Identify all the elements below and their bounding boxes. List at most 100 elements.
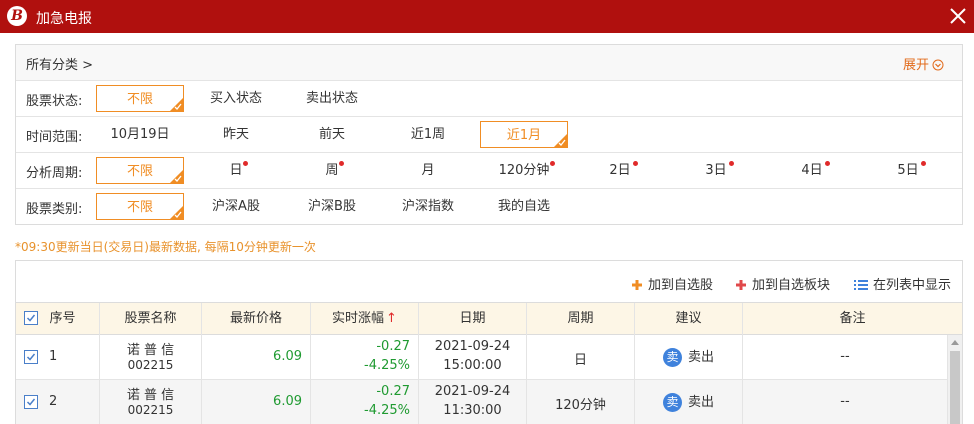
header-period[interactable]: 周期 (527, 303, 635, 335)
option-2day[interactable]: 2日 (576, 157, 664, 184)
option-day[interactable]: 日 (192, 157, 280, 184)
cell-index: 1 (16, 335, 100, 380)
option-4day[interactable]: 4日 (768, 157, 856, 184)
cell-latest-price: 6.09 (202, 380, 311, 424)
option-sell-status[interactable]: 卖出状态 (288, 85, 376, 112)
header-advice[interactable]: 建议 (635, 303, 743, 335)
change-value: -0.27 (376, 339, 410, 354)
row-checkbox[interactable] (24, 350, 38, 364)
filter-label: 分析周期: (26, 166, 83, 181)
row-index: 2 (49, 394, 58, 409)
option-label: 3日 (705, 163, 727, 178)
button-label: 在列表中显示 (873, 278, 952, 293)
cell-stock-name: 诺 普 信 002215 (100, 335, 202, 380)
filter-panel: 所有分类 > 展开 股票状态: 不限 买入状态 卖出状态 时间范围: 10月19… (15, 44, 963, 225)
results-panel: 加到自选股 加到自选板块 在列表中显示 序号 股票名称 最新价格 实时涨幅 ↑ 日… (15, 260, 963, 424)
add-to-watchlist-button[interactable]: 加到自选股 (631, 274, 713, 293)
option-5day[interactable]: 5日 (864, 157, 952, 184)
option-day-before[interactable]: 前天 (288, 121, 376, 148)
expand-button[interactable]: 展开 (903, 54, 944, 73)
select-all-checkbox[interactable] (24, 311, 38, 325)
option-label: 不限 (126, 92, 153, 107)
table-row[interactable]: 2 诺 普 信 002215 6.09 -0.27 -4.25% 2021-09… (16, 380, 947, 424)
option-label: 周 (325, 163, 339, 178)
cell-realtime-change: -0.27 -4.25% (311, 335, 419, 380)
cell-index: 2 (16, 380, 100, 424)
date-value: 2021-09-24 (434, 384, 511, 399)
option-a-shares[interactable]: 沪深A股 (192, 193, 280, 220)
option-buy-status[interactable]: 买入状态 (192, 85, 280, 112)
option-unlimited[interactable]: 不限 (96, 157, 184, 184)
close-icon[interactable] (946, 4, 970, 28)
period-value: 120分钟 (555, 398, 606, 413)
button-label: 加到自选股 (648, 278, 714, 293)
new-dot (243, 161, 248, 166)
option-120min[interactable]: 120分钟 (480, 157, 568, 184)
option-oct-19[interactable]: 10月19日 (96, 121, 184, 148)
expand-label: 展开 (902, 58, 929, 73)
latest-price: 6.09 (273, 349, 302, 364)
table-toolbar: 加到自选股 加到自选板块 在列表中显示 (16, 261, 962, 303)
time-value: 11:30:00 (443, 403, 502, 418)
cell-date: 2021-09-24 11:30:00 (419, 380, 527, 424)
cell-latest-price: 6.09 (202, 335, 311, 380)
option-b-shares[interactable]: 沪深B股 (288, 193, 376, 220)
option-my-watchlist[interactable]: 我的自选 (480, 193, 568, 220)
option-3day[interactable]: 3日 (672, 157, 760, 184)
change-value: -0.27 (376, 384, 410, 399)
cell-realtime-change: -0.27 -4.25% (311, 380, 419, 424)
check-icon (174, 211, 182, 218)
header-index: 序号 (16, 303, 100, 335)
new-dot (633, 161, 638, 166)
new-dot (339, 161, 344, 166)
app-logo-icon: B (7, 6, 27, 26)
stock-code: 002215 (127, 403, 174, 417)
check-icon (26, 314, 36, 322)
option-unlimited[interactable]: 不限 (96, 193, 184, 220)
scrollbar-thumb[interactable] (950, 351, 960, 424)
row-checkbox[interactable] (24, 395, 38, 409)
show-in-list-button[interactable]: 在列表中显示 (854, 274, 951, 293)
option-yesterday[interactable]: 昨天 (192, 121, 280, 148)
cell-date: 2021-09-24 15:00:00 (419, 335, 527, 380)
header-realtime-change[interactable]: 实时涨幅 ↑ (311, 303, 419, 335)
header-latest-price[interactable]: 最新价格 (202, 303, 311, 335)
filter-row-analysis-period: 分析周期: 不限 日 周 月 120分钟 2日 3日 4日 5日 (16, 153, 962, 189)
cell-remark: -- (743, 380, 947, 424)
option-month[interactable]: 月 (384, 157, 472, 184)
check-icon (26, 398, 36, 406)
option-label: 2日 (609, 163, 631, 178)
table-header: 序号 股票名称 最新价格 实时涨幅 ↑ 日期 周期 建议 备注 (16, 303, 962, 335)
stock-code: 002215 (127, 358, 174, 372)
chevron-down-icon (932, 59, 944, 71)
cell-advice: 卖卖出 (635, 335, 743, 380)
header-stock-name[interactable]: 股票名称 (100, 303, 202, 335)
new-dot (825, 161, 830, 166)
option-week[interactable]: 周 (288, 157, 376, 184)
filter-header: 所有分类 > 展开 (16, 45, 962, 81)
new-dot (921, 161, 926, 166)
header-remark[interactable]: 备注 (743, 303, 962, 335)
option-last-month[interactable]: 近1月 (480, 121, 568, 148)
add-to-block-button[interactable]: 加到自选板块 (735, 274, 830, 293)
filter-label: 股票类别: (26, 202, 83, 217)
filter-label: 股票状态: (26, 94, 83, 109)
option-unlimited[interactable]: 不限 (96, 85, 184, 112)
change-percent: -4.25% (364, 403, 410, 418)
remark-value: -- (840, 349, 850, 364)
filter-row-stock-status: 股票状态: 不限 买入状态 卖出状态 (16, 81, 962, 117)
option-label: 不限 (126, 200, 153, 215)
period-value: 日 (573, 353, 587, 368)
table-row[interactable]: 1 诺 普 信 002215 6.09 -0.27 -4.25% 2021-09… (16, 335, 947, 380)
plus-icon (736, 280, 746, 290)
date-value: 2021-09-24 (434, 339, 511, 354)
stock-name: 诺 普 信 (126, 388, 175, 403)
header-date[interactable]: 日期 (419, 303, 527, 335)
vertical-scrollbar[interactable] (947, 335, 962, 424)
time-value: 15:00:00 (443, 358, 502, 373)
latest-price: 6.09 (273, 394, 302, 409)
option-last-week[interactable]: 近1周 (384, 121, 472, 148)
scroll-up-icon[interactable] (951, 340, 959, 345)
option-index[interactable]: 沪深指数 (384, 193, 472, 220)
remark-value: -- (840, 394, 850, 409)
